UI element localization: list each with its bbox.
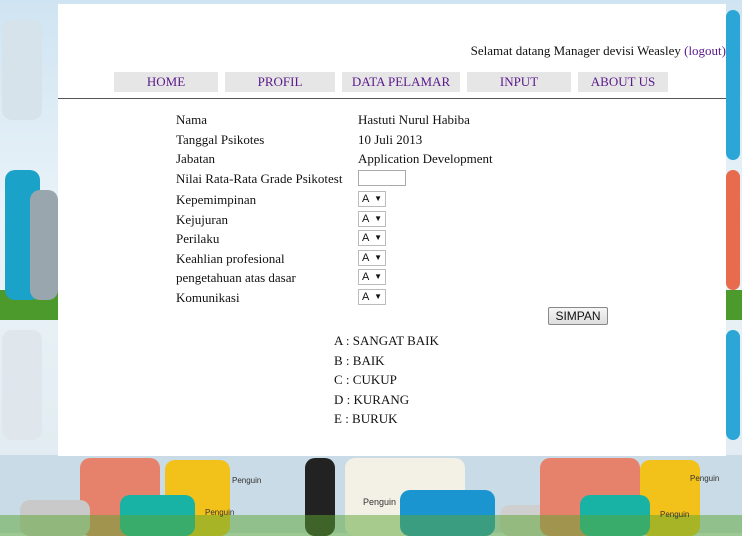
grade-legend: A : SANGAT BAIK B : BAIK C : CUKUP D : K… — [334, 331, 439, 429]
nav-data-pelamar[interactable]: DATA PELAMAR — [342, 72, 460, 92]
welcome-message: Selamat datang Manager devisi Weasley (l… — [471, 43, 726, 59]
nav-home[interactable]: HOME — [114, 72, 218, 92]
penguin-logo: Penguin — [690, 474, 720, 483]
grade-select-perilaku[interactable]: A ▼ — [358, 230, 386, 246]
chevron-down-icon: ▼ — [374, 272, 382, 281]
value-jabatan: Application Development — [358, 151, 493, 166]
grade-label: Kepemimpinan — [176, 192, 257, 207]
grade-label: Perilaku — [176, 231, 220, 246]
legend-item: C : CUKUP — [334, 372, 397, 387]
grade-label: Kejujuran — [176, 211, 228, 227]
nilai-input[interactable] — [358, 169, 406, 186]
grade-label: Komunikasi — [176, 289, 240, 305]
chevron-down-icon: ▼ — [374, 194, 382, 203]
grade-select-keahlian[interactable]: A ▼ — [358, 249, 386, 266]
nav-profil[interactable]: PROFIL — [225, 72, 335, 92]
grade-select-kepemimpinan[interactable]: A ▼ — [358, 191, 386, 207]
nav-input[interactable]: INPUT — [467, 72, 571, 92]
content-panel: Selamat datang Manager devisi Weasley (l… — [58, 4, 726, 456]
chevron-down-icon: ▼ — [374, 233, 382, 242]
main-nav: HOME PROFIL DATA PELAMAR INPUT ABOUT US — [114, 72, 668, 92]
welcome-text: Selamat datang Manager devisi Weasley — [470, 43, 681, 58]
penguin-logo: Penguin — [232, 476, 262, 485]
grade-label: pengetahuan atas dasar — [176, 270, 296, 285]
chevron-down-icon: ▼ — [374, 213, 382, 223]
value-nama: Hastuti Nurul Habiba — [358, 112, 470, 127]
value-tanggal: 10 Juli 2013 — [358, 131, 423, 147]
label-jabatan: Jabatan — [176, 151, 215, 166]
simpan-button[interactable]: SIMPAN — [548, 307, 608, 325]
grade-select-pengetahuan[interactable]: A ▼ — [358, 269, 386, 285]
label-tanggal: Tanggal Psikotes — [176, 131, 265, 147]
legend-item: D : KURANG — [334, 391, 410, 407]
legend-item: B : BAIK — [334, 352, 385, 368]
label-nama: Nama — [176, 112, 208, 127]
penguin-logo: Penguin — [660, 510, 690, 519]
chevron-down-icon: ▼ — [374, 291, 382, 301]
legend-item: E : BURUK — [334, 411, 398, 426]
legend-item: A : SANGAT BAIK — [334, 333, 439, 348]
label-nilai: Nilai Rata-Rata Grade Psikotest — [176, 170, 343, 186]
penguin-logo: Penguin — [205, 508, 235, 517]
grade-select-kejujuran[interactable]: A ▼ — [358, 210, 386, 227]
grade-select-komunikasi[interactable]: A ▼ — [358, 288, 386, 305]
chevron-down-icon: ▼ — [374, 252, 382, 262]
nav-about-us[interactable]: ABOUT US — [578, 72, 668, 92]
header-divider — [58, 98, 726, 99]
penguin-logo: Penguin — [363, 497, 397, 507]
grade-label: Keahlian profesional — [176, 250, 285, 266]
logout-link[interactable]: (logout) — [684, 43, 726, 58]
